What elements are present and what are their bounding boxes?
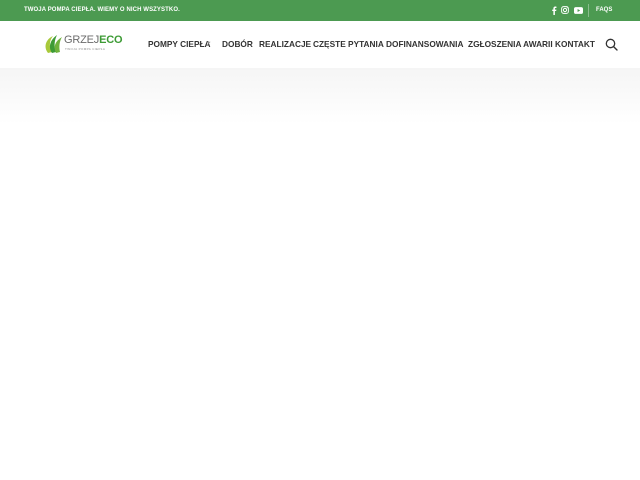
nav-item-kontakt[interactable]: KONTAKT (555, 38, 595, 50)
nav-item-czeste-pytania[interactable]: CZĘSTE PYTANIA (313, 38, 384, 50)
search-button[interactable] (605, 38, 618, 51)
site-logo[interactable]: GRZEJECO TWOJA POMPA CIEPŁA (44, 33, 123, 55)
nav-item-realizacje[interactable]: REALIZACJE (259, 38, 311, 50)
logo-leaf-icon (45, 35, 62, 53)
logo-tagline: TWOJA POMPA CIEPŁA (65, 47, 106, 51)
chevron-down-icon[interactable] (206, 40, 211, 45)
logo-wordmark-part1: GRZEJ (64, 34, 100, 46)
top-bar: TWOJA POMPA CIEPŁA. WIEMY O NICH WSZYSTK… (0, 0, 640, 21)
instagram-icon[interactable] (559, 4, 571, 16)
logo-wordmark-part2: ECO (99, 34, 123, 46)
header-shade (0, 68, 640, 124)
search-icon (605, 38, 618, 51)
nav-item-dobor[interactable]: DOBÓR (222, 38, 253, 50)
faqs-link[interactable]: FAQS (596, 0, 612, 21)
top-bar-tagline: TWOJA POMPA CIEPŁA. WIEMY O NICH WSZYSTK… (24, 7, 180, 13)
nav-item-dofinansowania[interactable]: DOFINANSOWANIA (386, 38, 463, 50)
top-bar-divider (588, 4, 589, 17)
nav-item-pompy-ciepla[interactable]: POMPY CIEPŁA (148, 38, 211, 50)
logo-wordmark: GRZEJECO (64, 34, 123, 47)
nav-item-zgloszenia-awarii[interactable]: ZGŁOSZENIA AWARII (468, 38, 553, 50)
youtube-icon[interactable] (572, 4, 584, 16)
